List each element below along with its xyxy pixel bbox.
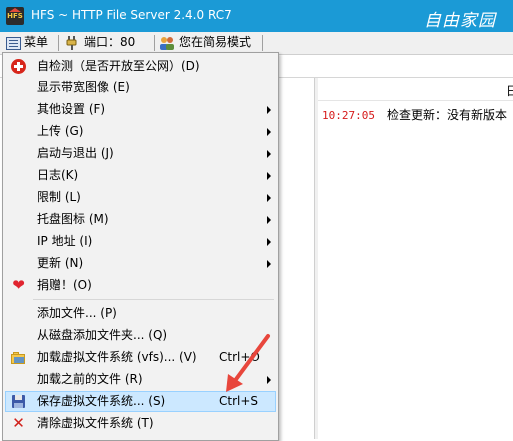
annotation-arrow-icon xyxy=(226,334,270,392)
